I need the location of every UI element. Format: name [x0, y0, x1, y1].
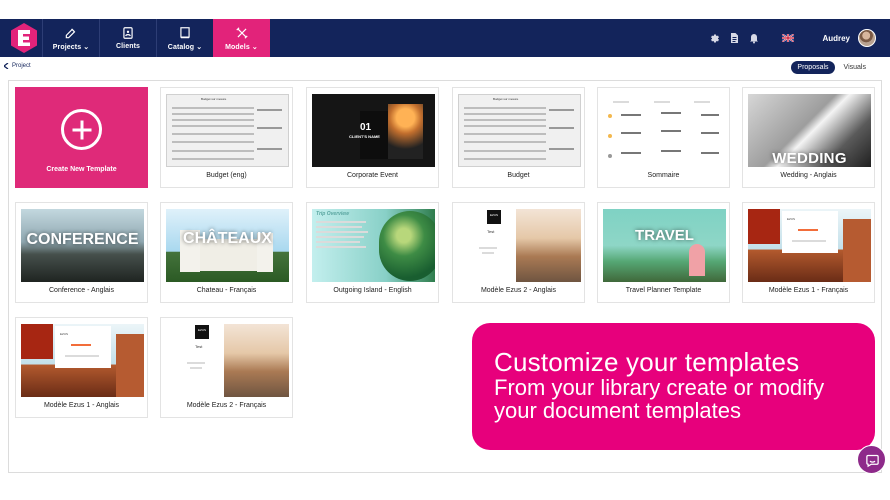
nav-projects[interactable]: Projects ⌄: [42, 19, 99, 57]
chat-icon: [866, 454, 879, 468]
nav-clients-label: Clients: [115, 43, 141, 50]
thumbnail-number-text: 01: [360, 122, 372, 133]
template-title: Budget: [507, 172, 530, 179]
nav-models[interactable]: Models ⌄: [213, 19, 270, 57]
template-card-chateau[interactable]: CHÂTEAUX Chateau - Français: [160, 202, 293, 303]
nav-catalog-label: Catalog: [167, 43, 195, 51]
edit-icon: [65, 28, 76, 38]
bell-icon[interactable]: [748, 32, 760, 44]
template-card-wedding[interactable]: WEDDING Wedding - Anglais: [742, 87, 875, 188]
promo-text-line-1: From your library create or modify: [494, 375, 825, 400]
avatar[interactable]: [858, 29, 876, 47]
ezus-logo-icon[interactable]: [8, 22, 40, 54]
visuals-tab[interactable]: Visuals: [838, 61, 872, 74]
template-title: Modèle Ezus 2 - Français: [186, 402, 267, 409]
template-card-ezus-1-francais[interactable]: EZUS Modèle Ezus 1 - Français: [742, 202, 875, 303]
chevron-down-icon: ⌄: [196, 43, 203, 51]
thumbnail-trip-text: Trip Overview: [316, 211, 349, 217]
ezus-1-francais-thumbnail: EZUS: [748, 209, 871, 282]
sommaire-thumbnail: [603, 94, 726, 167]
back-to-project-link[interactable]: Project: [4, 63, 31, 69]
thumbnail-label-text: CHÂTEAUX: [183, 230, 272, 247]
chateau-thumbnail: CHÂTEAUX: [166, 209, 289, 282]
thumbnail-brand-text: EZUS: [198, 328, 207, 332]
template-card-budget[interactable]: Budget sur mesure Budget: [452, 87, 585, 188]
back-label: Project: [12, 63, 31, 69]
main-nav: Projects ⌄ Clients Catalog ⌄ Models ⌄: [42, 19, 270, 57]
corporate-event-thumbnail: 01 CLIENT'S NAME: [312, 94, 435, 167]
template-title: Modèle Ezus 1 - Anglais: [43, 402, 120, 409]
thumbnail-title-text: Budget sur mesure: [493, 97, 519, 101]
top-navigation-bar: Projects ⌄ Clients Catalog ⌄ Models ⌄ Au…: [0, 19, 890, 57]
template-card-sommaire[interactable]: Sommaire: [597, 87, 730, 188]
template-title: Sommaire: [647, 172, 680, 179]
chevron-down-icon: ⌄: [251, 43, 258, 51]
template-title: Corporate Event: [347, 172, 398, 179]
promo-banner: Customize your templates From your libra…: [472, 323, 875, 450]
proposals-tab[interactable]: Proposals: [791, 61, 835, 74]
user-tools: Audrey: [708, 19, 876, 57]
template-card-ezus-2-francais[interactable]: EZUS Test Modèle Ezus 2 - Français: [160, 317, 293, 418]
view-toggle: Proposals Visuals: [791, 61, 872, 74]
budget-thumbnail: Budget sur mesure: [166, 94, 289, 167]
catalog-icon: [180, 26, 190, 38]
template-title: Create New Template: [46, 166, 117, 173]
template-title: Modèle Ezus 2 - Anglais: [480, 287, 557, 294]
promo-headline: Customize your templates: [494, 347, 800, 377]
thumbnail-title-text: Budget sur mesure: [201, 97, 227, 101]
template-card-outgoing-island[interactable]: Trip Overview Outgoing Island - English: [306, 202, 439, 303]
thumbnail-test-text: Test: [195, 344, 203, 349]
conference-thumbnail: CONFERENCE: [21, 209, 144, 282]
gear-icon[interactable]: [708, 32, 720, 44]
thumbnail-brand-text: EZUS: [60, 332, 69, 336]
template-title: Travel Planner Template: [625, 287, 702, 294]
page-toolbar: Project Proposals Visuals: [0, 57, 890, 79]
nav-catalog[interactable]: Catalog ⌄: [156, 19, 213, 57]
document-icon[interactable]: [728, 32, 740, 44]
user-name[interactable]: Audrey: [822, 34, 850, 43]
outgoing-island-thumbnail: Trip Overview: [312, 209, 435, 282]
template-card-ezus-2-anglais[interactable]: EZUS Test Modèle Ezus 2 - Anglais: [452, 202, 585, 303]
template-title: Budget (eng): [206, 172, 247, 179]
chevron-left-icon: [4, 63, 9, 69]
thumbnail-label-text: WEDDING: [772, 150, 847, 167]
template-title: Wedding - Anglais: [780, 172, 837, 179]
thumbnail-test-text: Test: [487, 229, 495, 234]
budget-thumbnail: Budget sur mesure: [458, 94, 581, 167]
nav-clients[interactable]: Clients: [99, 19, 156, 57]
chevron-down-icon: ⌄: [83, 43, 90, 51]
template-card-conference[interactable]: CONFERENCE Conference - Anglais: [15, 202, 148, 303]
uk-flag-icon[interactable]: [782, 34, 795, 42]
address-book-icon: [123, 27, 133, 39]
template-title: Outgoing Island - English: [333, 287, 412, 294]
chat-support-button[interactable]: [857, 445, 886, 474]
ezus-1-anglais-thumbnail: EZUS: [21, 324, 144, 397]
template-title: Chateau - Français: [196, 287, 257, 294]
template-title: Conference - Anglais: [49, 287, 114, 294]
thumbnail-brand-text: EZUS: [787, 217, 796, 221]
promo-text-line-2: your document templates: [494, 398, 742, 423]
thumbnail-client-text: CLIENT'S NAME: [349, 134, 380, 139]
plus-circle-icon: [61, 109, 102, 150]
thumbnail-label-text: TRAVEL: [635, 227, 694, 244]
nav-models-label: Models: [225, 43, 250, 51]
travel-planner-thumbnail: TRAVEL: [603, 209, 726, 282]
template-card-corporate-event[interactable]: 01 CLIENT'S NAME Corporate Event: [306, 87, 439, 188]
template-card-ezus-1-anglais[interactable]: EZUS Modèle Ezus 1 - Anglais: [15, 317, 148, 418]
template-card-travel-planner[interactable]: TRAVEL Travel Planner Template: [597, 202, 730, 303]
template-title: Modèle Ezus 1 - Français: [768, 287, 849, 294]
wedding-thumbnail: WEDDING: [748, 94, 871, 167]
ezus-2-anglais-thumbnail: EZUS Test: [458, 209, 581, 282]
thumbnail-brand-text: EZUS: [490, 213, 499, 217]
thumbnail-label-text: CONFERENCE: [26, 231, 139, 248]
ezus-2-francais-thumbnail: EZUS Test: [166, 324, 289, 397]
create-new-template-card[interactable]: Create New Template: [15, 87, 148, 188]
nav-projects-label: Projects: [52, 43, 82, 51]
template-card-budget-eng[interactable]: Budget sur mesure Budget (eng): [160, 87, 293, 188]
tools-icon: [235, 26, 248, 39]
